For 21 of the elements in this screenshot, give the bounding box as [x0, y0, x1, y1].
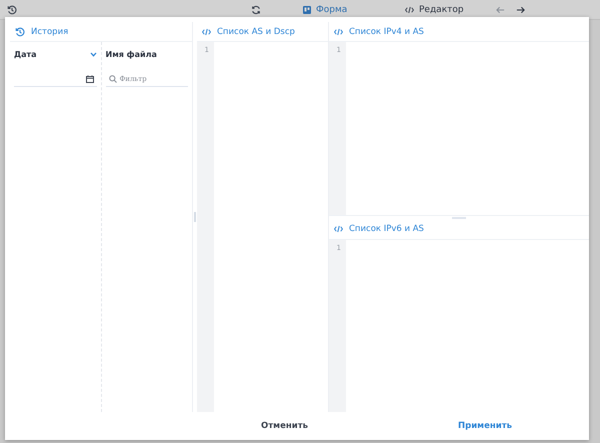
history-icon [15, 26, 25, 36]
history-button[interactable] [5, 3, 19, 17]
code-icon [334, 28, 343, 36]
apply-button[interactable]: Применить [452, 418, 518, 434]
cancel-button[interactable]: Отменить [255, 418, 314, 434]
panel-title: История [31, 26, 68, 36]
search-icon [108, 75, 116, 83]
code-icon [334, 225, 343, 233]
view-tab[interactable]: Редактор [402, 2, 467, 18]
calendar-icon [86, 75, 94, 83]
panel-title: Список IPv4 и AS [349, 26, 424, 36]
panel-title: Список IPv6 и AS [349, 224, 424, 234]
board-icon [303, 6, 311, 14]
panel-title: Список AS и Dscp [217, 26, 295, 36]
code-icon [202, 28, 211, 36]
code-icon [405, 6, 414, 14]
column-title: Имя файла [106, 50, 157, 58]
history-icon [7, 5, 17, 15]
chevron-icon[interactable] [90, 52, 96, 56]
refresh-icon[interactable] [249, 3, 263, 17]
column-title: Дата [14, 50, 37, 58]
